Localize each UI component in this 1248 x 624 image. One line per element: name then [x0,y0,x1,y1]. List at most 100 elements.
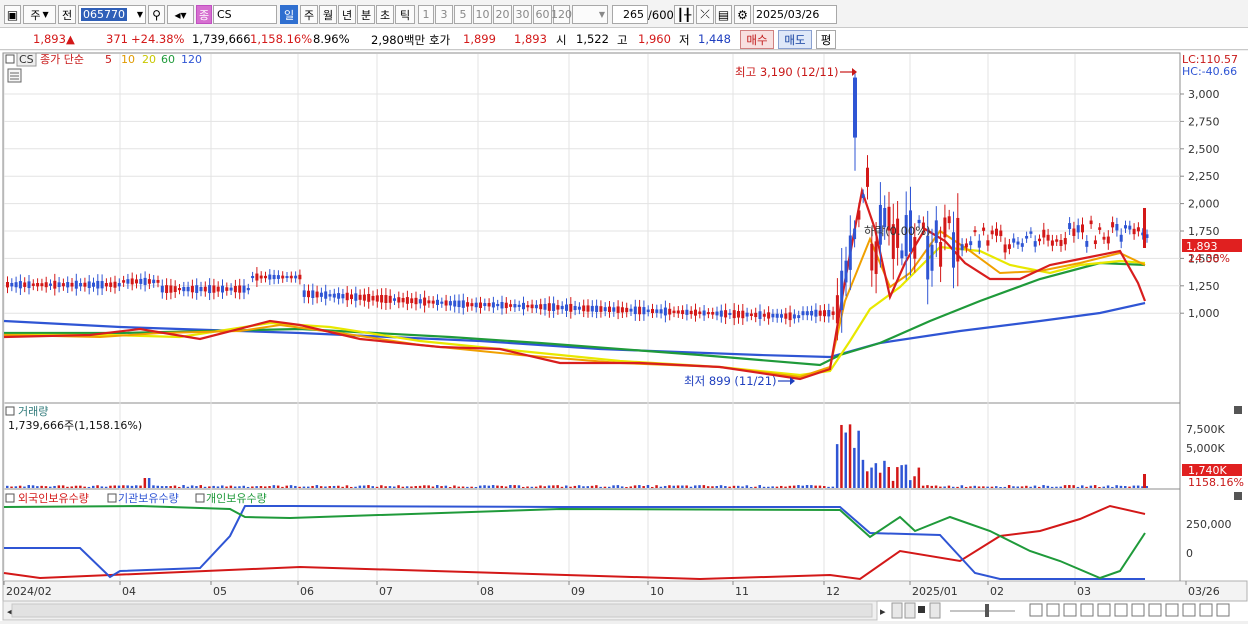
volume-bar [479,485,482,488]
period-minute[interactable]: 분 [357,5,375,24]
volume-value: 1,739,666 [192,32,251,46]
candle [711,312,715,315]
layout4-icon[interactable] [1080,603,1094,617]
prev-button[interactable]: 전 [58,5,76,24]
nav-next-icon[interactable] [929,602,941,619]
holding-panel-close-icon[interactable] [1234,492,1242,500]
candle [1081,224,1084,233]
candle [900,250,904,259]
period-month[interactable]: 월 [319,5,337,24]
volume-bar [694,485,697,488]
trend-icon[interactable] [1114,603,1128,617]
buy-button[interactable]: 매수 [740,30,774,49]
volume-bar [61,485,65,488]
interval-10[interactable]: 10 [473,5,492,24]
candle [977,240,981,248]
period-tick[interactable]: 틱 [395,5,415,24]
candle [814,309,818,317]
volume-bar [861,459,865,488]
interval-5[interactable]: 5 [454,5,472,24]
volume-bar [79,485,82,488]
candle [448,301,452,306]
period-day[interactable]: 일 [280,5,298,24]
search-icon[interactable]: ⚲ [148,5,165,24]
layout2-icon[interactable] [1046,603,1060,617]
interval-60[interactable]: 60 [533,5,552,24]
volume-bar [543,486,546,488]
candle [1072,228,1076,236]
draw-tool-icon[interactable]: ⤫ [696,5,714,24]
volume-bar [251,486,254,488]
date-input[interactable]: 2025/03/26 [753,5,837,24]
nav-first-icon[interactable] [891,602,903,619]
stock-chart-svg[interactable]: CS 종가 단순 5 10 20 60 120 LC:110.57 HC:-40… [0,51,1248,621]
candle [362,294,366,301]
volume-bar [427,485,430,488]
minus-icon[interactable] [1182,603,1196,617]
candle [685,309,689,315]
interval-120[interactable]: 120 [551,5,572,24]
volume-bar [444,485,448,488]
candle [61,283,65,287]
volume-bar [956,486,959,488]
candle [560,305,564,310]
interval-3[interactable]: 3 [435,5,453,24]
candle [393,298,396,301]
candle [1132,228,1136,235]
stock-name-field[interactable]: CS [213,5,277,24]
volume-bar [715,485,718,488]
stop-icon[interactable] [918,606,925,613]
interval-20[interactable]: 20 [493,5,512,24]
volume-panel-close-icon[interactable] [1234,406,1242,414]
volume-bar [186,486,190,488]
layout-icon[interactable] [1029,603,1043,617]
chart-toolbar: ▣ 주 ▼ 전 065770 ▼ ⚲ ◂▾ 종 CS 일 주 월 년 분 초 틱 1… [0,0,1248,28]
nav-prev-icon[interactable] [904,602,916,619]
candle [496,303,500,307]
count-input[interactable]: 265 [612,5,648,24]
volume-bar [1055,486,1058,488]
window-icon[interactable]: ▣ [4,5,21,24]
zoom-fit-icon[interactable] [1131,603,1145,617]
volume-bar [70,486,73,488]
volume-bar [943,486,946,488]
period-second[interactable]: 초 [376,5,394,24]
candle [139,278,143,284]
cross-icon[interactable] [1097,603,1111,617]
turnover-rate: 8.96% [313,32,350,46]
scroll-thumb[interactable] [11,603,873,618]
compare-icon[interactable] [1148,603,1162,617]
stock-code-input[interactable]: 065770 ▼ [78,5,146,24]
eval-button[interactable]: 평 [816,30,836,49]
volume-bar [474,486,478,488]
gear-icon[interactable]: ⚙ [734,5,751,24]
plus-icon[interactable] [1199,603,1213,617]
interval-30[interactable]: 30 [513,5,532,24]
layout3-icon[interactable] [1063,603,1077,617]
candle [418,299,422,304]
volume-current-pct: 1158.16% [1188,476,1244,489]
font-icon[interactable] [1216,603,1230,617]
interval-1[interactable]: 1 [418,5,434,24]
volume-bar [810,485,813,488]
sell-button[interactable]: 매도 [778,30,812,49]
volume-bar [504,486,508,488]
candle [1128,225,1132,230]
candle-type-icon[interactable]: ┃╂ [674,5,694,24]
speaker-icon[interactable]: ◂▾ [167,5,194,24]
candle [311,290,315,299]
volume-bar [917,467,921,488]
period-year[interactable]: 년 [338,5,356,24]
volume-bar [569,486,572,488]
period-week[interactable]: 주 [300,5,318,24]
volume-bar [311,485,314,488]
custom-interval-dropdown[interactable]: ▼ [572,5,608,24]
chart-area[interactable]: CS 종가 단순 5 10 20 60 120 LC:110.57 HC:-40… [0,51,1248,621]
save-icon[interactable]: ▤ [715,5,732,24]
week-dropdown[interactable]: 주 ▼ [23,5,56,24]
zoom-slider-handle[interactable] [985,604,989,617]
scroll-right-icon[interactable]: ▸ [880,605,886,618]
zoom-in-icon[interactable] [1165,603,1179,617]
volume-bar [461,486,465,488]
candle [827,309,831,317]
